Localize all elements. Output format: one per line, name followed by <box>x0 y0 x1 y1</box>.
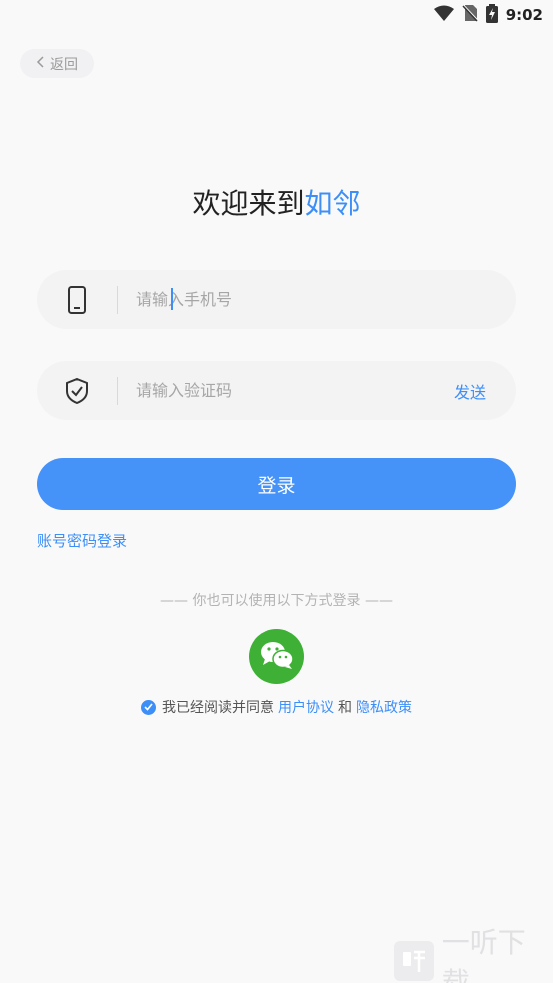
phone-field[interactable] <box>37 270 516 329</box>
code-input[interactable] <box>118 361 454 420</box>
battery-charging-icon <box>485 3 498 27</box>
wechat-icon <box>259 640 295 674</box>
phone-input[interactable] <box>118 270 516 329</box>
text-caret <box>171 288 173 310</box>
phone-icon <box>37 285 117 314</box>
privacy-link[interactable]: 隐私政策 <box>356 697 412 717</box>
shield-check-icon <box>37 377 117 404</box>
watermark: 一听下载 <box>390 926 553 983</box>
page-title: 欢迎来到如邻 <box>0 182 553 222</box>
agreement-text: 我已经阅读并同意 <box>162 700 274 716</box>
back-label: 返回 <box>50 56 78 73</box>
send-code-button[interactable]: 发送 <box>454 379 516 403</box>
wifi-icon <box>433 5 454 25</box>
title-prefix: 欢迎来到 <box>192 187 305 220</box>
back-button[interactable]: 返回 <box>20 49 94 78</box>
alt-login-divider: —— 你也可以使用以下方式登录 —— <box>160 593 393 609</box>
terms-link[interactable]: 用户协议 <box>278 697 334 717</box>
status-time: 9:02 <box>505 6 543 24</box>
checkbox-checked-icon[interactable] <box>141 699 156 715</box>
brand-name: 如邻 <box>304 187 361 220</box>
code-field[interactable]: 发送 <box>37 361 516 420</box>
password-login-link[interactable]: 账号密码登录 <box>37 530 127 551</box>
agreement-and: 和 <box>338 700 352 716</box>
watermark-logo <box>394 940 434 981</box>
watermark-text: 一听下载 <box>441 925 526 983</box>
agreement-row: 我已经阅读并同意 用户协议 和 隐私政策 <box>0 697 553 717</box>
login-button[interactable]: 登录 <box>37 458 516 510</box>
wechat-login-button[interactable] <box>249 629 304 684</box>
no-sim-icon <box>461 4 479 26</box>
status-bar: 9:02 <box>0 0 553 30</box>
chevron-left-icon <box>36 55 44 72</box>
